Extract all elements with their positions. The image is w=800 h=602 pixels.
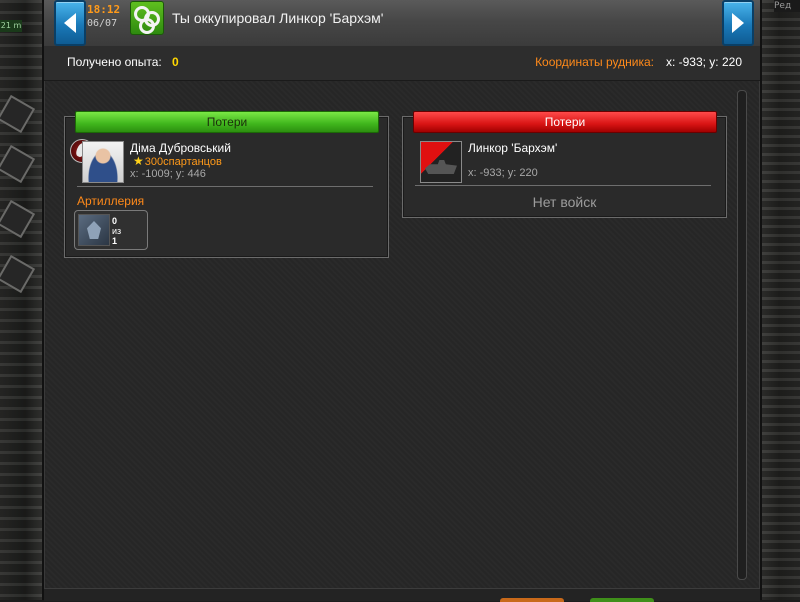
defender-losses-label: Потери — [544, 115, 586, 129]
background-right-scene: Ред — [758, 0, 800, 600]
xp-value: 0 — [172, 55, 179, 69]
report-title: Ты оккупировал Линкор 'Бархэм' — [172, 10, 384, 26]
side-timer: 21 m — [0, 20, 22, 32]
unit-lost-count: 0 — [112, 216, 118, 226]
defender-panel: Потери Линкор 'Бархэм' x: -933; y: 220 Н… — [402, 111, 727, 218]
xp-label: Получено опыта: — [67, 55, 162, 69]
mine-coords-value[interactable]: x: -933; y: 220 — [666, 55, 742, 69]
divider — [77, 186, 373, 187]
bottom-action-button[interactable] — [590, 598, 654, 602]
unit-total-count: 1 — [112, 236, 118, 246]
attacker-name[interactable]: Діма Дубровський — [130, 141, 231, 155]
mine-coords-label: Координаты рудника: — [535, 55, 654, 69]
artillery-unit-icon — [78, 214, 110, 246]
no-troops-text: Нет войск — [532, 194, 597, 210]
attacker-coords[interactable]: x: -1009; y: 446 — [130, 168, 206, 180]
unit-of-label: из — [112, 226, 122, 236]
hex-building-icon — [0, 94, 36, 134]
attacker-alliance[interactable]: ★300спартанцов — [133, 154, 222, 168]
avatar-photo — [83, 142, 123, 182]
attacker-avatar[interactable] — [82, 141, 124, 183]
next-report-button[interactable] — [722, 0, 754, 46]
attacker-panel: Потери Діма Дубровський ★300спартанцов x… — [64, 111, 389, 258]
attacker-alliance-name: 300спартанцов — [144, 156, 222, 168]
arrow-right-icon — [732, 13, 744, 33]
divider — [415, 185, 711, 186]
hex-building-icon — [0, 144, 36, 184]
hex-building-icon — [0, 254, 36, 294]
occupy-rings-icon — [130, 1, 164, 35]
prev-report-button[interactable] — [54, 0, 86, 46]
defender-coords[interactable]: x: -933; y: 220 — [468, 167, 538, 179]
unit-category-artillery: Артиллерия — [77, 194, 145, 208]
battleship-icon[interactable] — [420, 141, 462, 183]
defender-losses-tab: Потери — [413, 111, 717, 133]
edit-chip[interactable]: Ред — [774, 0, 800, 12]
arrow-left-icon — [64, 13, 76, 33]
attacker-losses-label: Потери — [206, 115, 248, 129]
report-scrollbar[interactable] — [737, 90, 747, 580]
battle-report-window: 18:12 06/07 Ты оккупировал Линкор 'Бархэ… — [42, 0, 762, 602]
report-info-bar: Получено опыта: 0 Координаты рудника: x:… — [44, 46, 760, 81]
report-header: 18:12 06/07 Ты оккупировал Линкор 'Бархэ… — [44, 0, 760, 47]
bottom-action-button[interactable] — [500, 598, 564, 602]
attacker-losses-tab: Потери — [75, 111, 379, 133]
report-date: 06/07 — [87, 18, 118, 29]
hex-building-icon — [0, 199, 36, 239]
background-left-scene: 21 m — [0, 0, 42, 600]
report-time: 18:12 — [87, 3, 121, 16]
star-icon: ★ — [133, 154, 144, 168]
defender-name[interactable]: Линкор 'Бархэм' — [468, 141, 557, 155]
unit-card-artillery[interactable]: 0 из 1 — [74, 210, 148, 250]
